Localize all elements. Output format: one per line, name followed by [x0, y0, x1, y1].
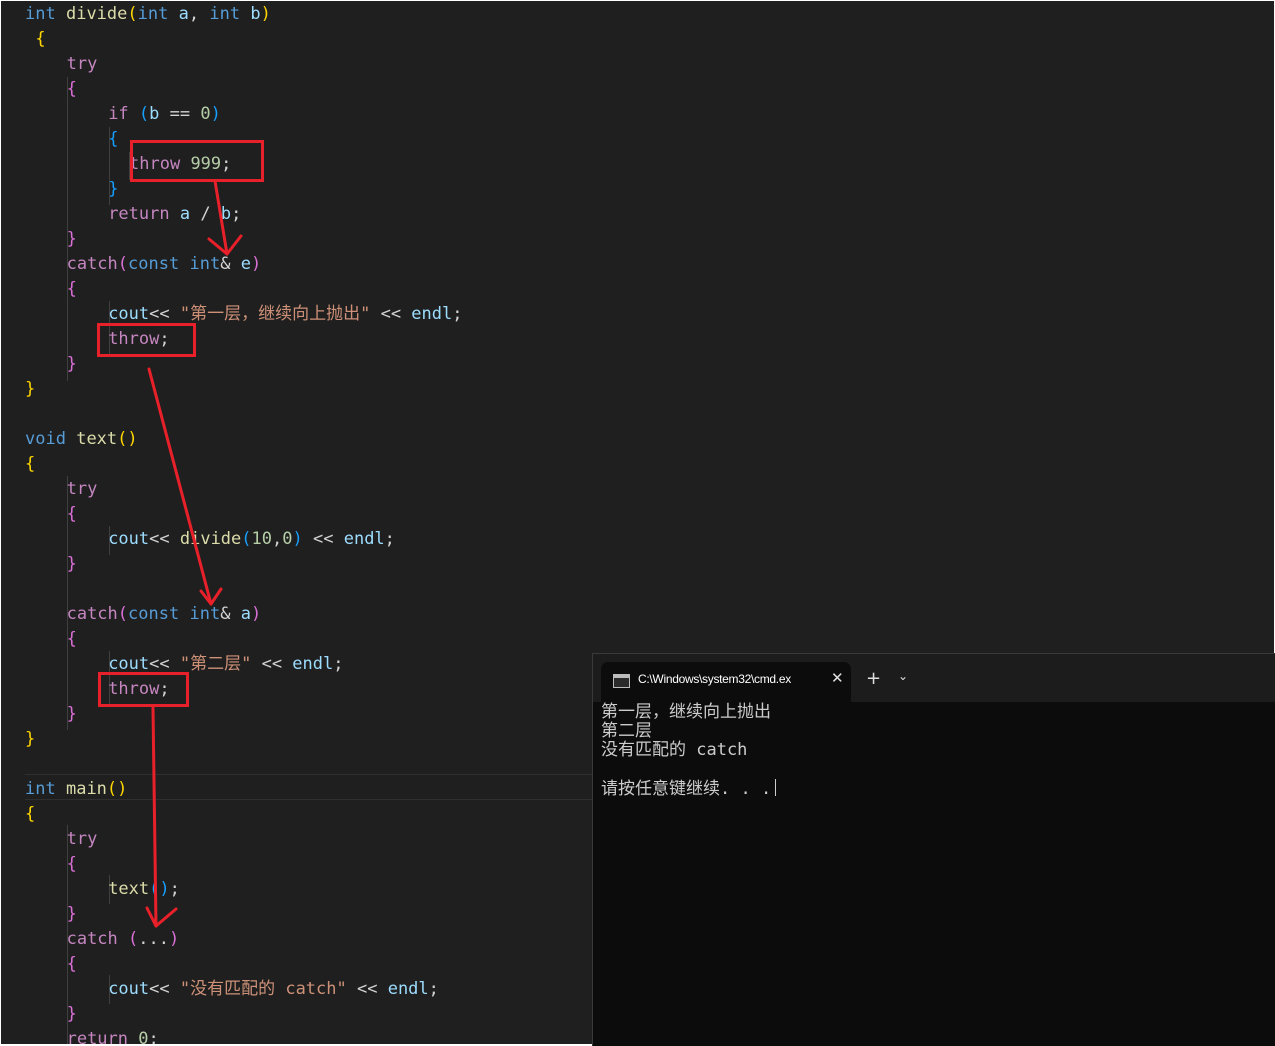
- arrow-3-head: [145, 906, 178, 928]
- text-cursor: [775, 779, 777, 796]
- terminal-tab-bar: C:\Windows\system32\cmd.ex ✕ + ⌄: [593, 654, 1275, 702]
- terminal-output-line: 第二层: [601, 721, 652, 741]
- terminal-output: 第一层，继续向上抛出 第二层 没有匹配的 catch 请按任意键继续. . .: [601, 702, 777, 799]
- arrow-1-shaft: [213, 179, 229, 256]
- terminal-output-line: 请按任意键继续. . .: [601, 779, 777, 799]
- terminal-prompt-text: 请按任意键继续. . .: [601, 779, 772, 799]
- cmd-icon: [613, 674, 630, 688]
- terminal-output-line: 没有匹配的 catch: [601, 740, 748, 760]
- terminal-window[interactable]: C:\Windows\system32\cmd.ex ✕ + ⌄ 第一层，继续向…: [592, 653, 1275, 1046]
- terminal-tab[interactable]: C:\Windows\system32\cmd.ex ✕: [601, 662, 851, 702]
- close-tab-icon[interactable]: ✕: [831, 669, 844, 687]
- terminal-output-line: 第一层，继续向上抛出: [601, 702, 771, 722]
- arrow-3-shaft: [151, 706, 158, 928]
- arrow-2-shaft: [147, 367, 213, 606]
- new-tab-button[interactable]: +: [866, 668, 881, 689]
- arrow-2-head: [199, 587, 223, 606]
- chevron-down-icon[interactable]: ⌄: [898, 669, 908, 683]
- terminal-tab-title: C:\Windows\system32\cmd.ex: [638, 672, 791, 686]
